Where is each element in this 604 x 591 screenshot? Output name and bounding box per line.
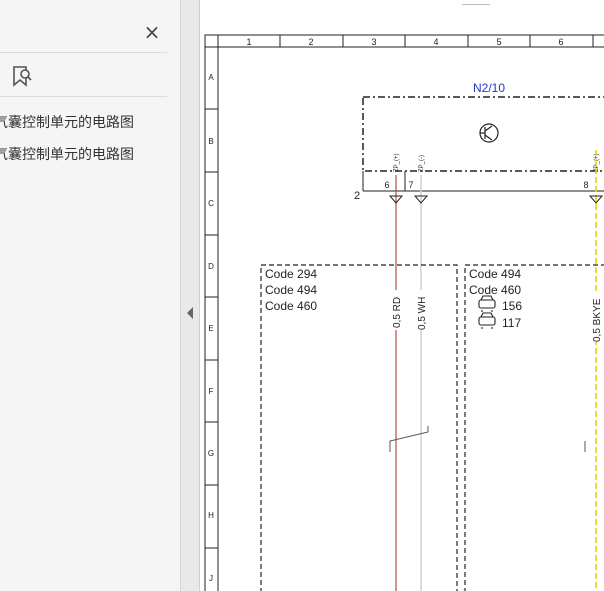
pin-number: 7 <box>408 180 413 190</box>
option-code: Code 460 <box>265 299 317 313</box>
bookmarks-panel: × 气囊控制单元的电路图 气囊控制单元的电路图 <box>0 0 181 591</box>
vehicle-variant: 117 <box>502 316 521 330</box>
wire-label: 0,5 RD <box>392 297 403 328</box>
column-label: 5 <box>496 37 501 47</box>
row-label: A <box>208 73 214 82</box>
panel-splitter[interactable] <box>181 0 200 591</box>
vehicle-icon <box>478 312 496 329</box>
row-label: E <box>208 324 213 333</box>
bookmark-search-icon[interactable] <box>10 64 34 88</box>
pin-signal: ZP_(-) <box>419 155 425 172</box>
row-label: J <box>209 574 213 583</box>
vehicle-variant: 156 <box>502 299 522 313</box>
pin-signal: ZP_(+) <box>394 153 400 172</box>
row-label: G <box>208 449 214 458</box>
close-panel-button[interactable]: × <box>142 22 162 42</box>
drawing-frame <box>204 34 604 591</box>
vehicle-icon <box>478 295 496 312</box>
row-label: D <box>208 262 214 271</box>
circuit-diagram: 1 2 3 4 5 6 A B C D E F G H J N2/10 2 6 … <box>204 34 604 591</box>
row-label: F <box>209 387 214 396</box>
collapse-panel-arrow-icon[interactable] <box>186 306 194 320</box>
bookmark-item[interactable]: 气囊控制单元的电路图 <box>0 112 174 132</box>
divider <box>0 96 167 97</box>
row-label: C <box>208 199 214 208</box>
option-code: Code 460 <box>469 283 521 297</box>
document-viewer[interactable]: 1 2 3 4 5 6 A B C D E F G H J N2/10 2 6 … <box>200 0 604 591</box>
column-label: 3 <box>371 37 376 47</box>
column-label: 1 <box>246 37 251 47</box>
row-label: H <box>208 511 214 520</box>
row-label: B <box>208 137 213 146</box>
pin-signal: ZP_(+) <box>594 153 600 172</box>
option-code: Code 294 <box>265 267 317 281</box>
pin-number: 8 <box>583 180 588 190</box>
option-box <box>464 264 604 591</box>
component-label: N2/10 <box>473 81 505 95</box>
transistor-icon <box>479 123 499 143</box>
option-code: Code 494 <box>265 283 317 297</box>
pin-number: 6 <box>384 180 389 190</box>
divider <box>0 52 167 53</box>
page-edge <box>462 0 490 5</box>
connector-label: 2 <box>354 190 360 202</box>
option-code: Code 494 <box>469 267 521 281</box>
column-label: 2 <box>308 37 313 47</box>
wire-label: 0,5 WH <box>417 297 428 330</box>
column-label: 6 <box>558 37 563 47</box>
wire-label: 0,5 BKYE <box>592 298 603 342</box>
bookmark-item[interactable]: 气囊控制单元的电路图 <box>0 144 174 164</box>
column-label: 4 <box>433 37 438 47</box>
